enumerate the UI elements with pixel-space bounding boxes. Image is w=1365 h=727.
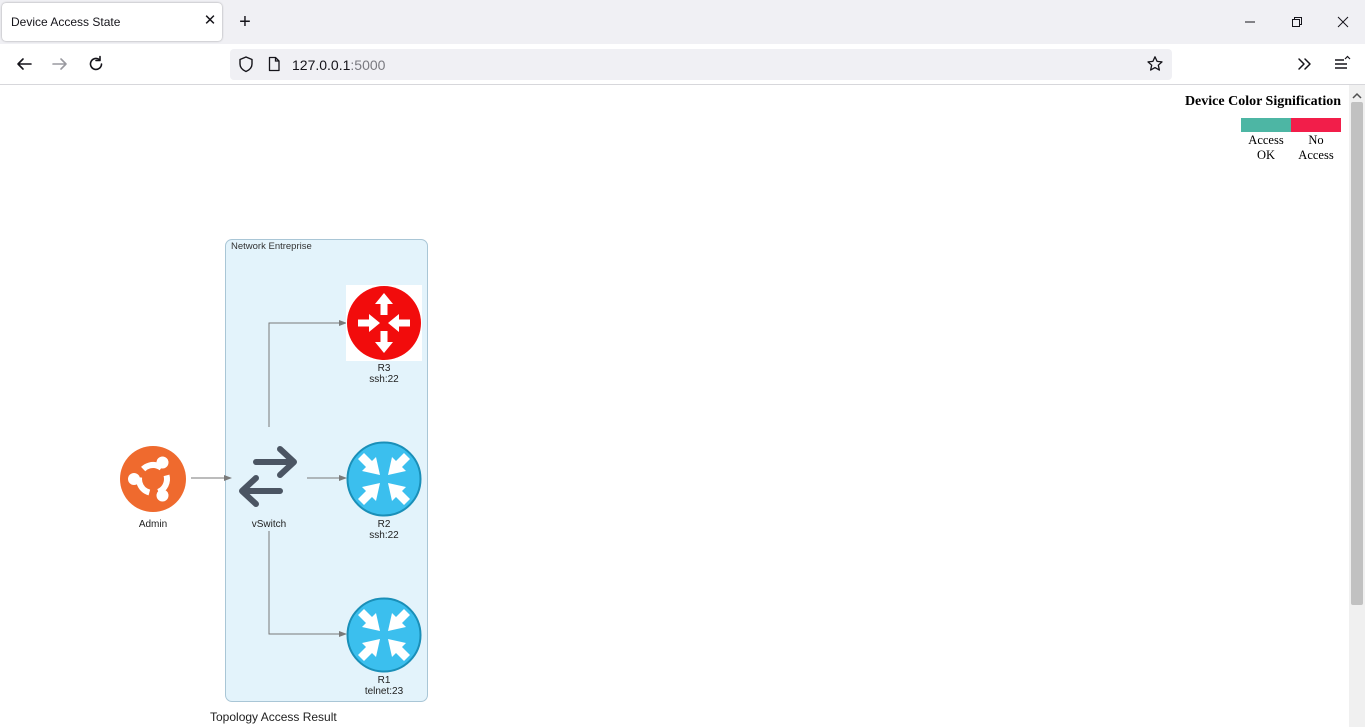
tab-device-access-state[interactable]: Device Access State ✕ (2, 3, 222, 41)
edge-vswitch-r3 (268, 320, 347, 427)
router-icon (346, 441, 422, 517)
node-r3-name: R3 (377, 363, 391, 374)
url-port: :5000 (350, 57, 386, 73)
switch-arrows-icon (239, 446, 297, 507)
node-r3-service: ssh:22 (369, 374, 399, 385)
restore-icon[interactable] (1287, 12, 1307, 32)
tab-strip: Device Access State ✕ + (0, 0, 1365, 44)
extensions-overflow-icon[interactable] (1294, 53, 1316, 75)
node-admin-name: Admin (138, 519, 168, 530)
node-vswitch-label: vSwitch (224, 519, 314, 530)
node-r1-name: R1 (377, 675, 391, 686)
scrollbar-thumb[interactable] (1351, 102, 1363, 605)
node-admin[interactable] (119, 445, 187, 518)
router-icon (346, 597, 422, 673)
page-icon (265, 55, 283, 78)
url-bar[interactable]: 127.0.0.1:5000 (230, 49, 1172, 80)
node-r3[interactable] (346, 285, 422, 361)
node-r2-label: R2 ssh:22 (339, 519, 429, 541)
node-r1[interactable] (346, 597, 422, 678)
url-text[interactable]: 127.0.0.1:5000 (292, 57, 385, 73)
shield-icon[interactable] (237, 55, 255, 78)
app-menu-icon[interactable] (1331, 53, 1353, 75)
close-window-icon[interactable] (1333, 12, 1353, 32)
edge-vswitch-r1 (268, 531, 347, 637)
forward-icon[interactable] (49, 53, 71, 75)
node-r2[interactable] (346, 441, 422, 522)
node-r2-name: R2 (377, 519, 391, 530)
router-icon (347, 286, 421, 360)
node-r1-service: telnet:23 (364, 686, 404, 697)
node-admin-label: Admin (108, 519, 198, 530)
tab-close-icon[interactable]: ✕ (201, 12, 219, 30)
vertical-scrollbar[interactable] (1349, 85, 1365, 727)
node-r2-service: ssh:22 (369, 530, 399, 541)
topology-caption: Topology Access Result (210, 710, 337, 724)
topology-edges (191, 320, 347, 637)
node-r1-label: R1 telnet:23 (339, 675, 429, 697)
ubuntu-icon (120, 446, 186, 512)
page-content: Device Color Signification Access OK No … (0, 85, 1349, 727)
minimize-icon[interactable] (1240, 12, 1260, 32)
tab-title: Device Access State (11, 15, 121, 29)
navigation-toolbar: 127.0.0.1:5000 (0, 44, 1365, 85)
node-vswitch-name: vSwitch (251, 519, 287, 530)
node-r3-label: R3 ssh:22 (339, 363, 429, 385)
new-tab-button[interactable]: + (234, 11, 256, 33)
back-icon[interactable] (13, 53, 35, 75)
url-host: 127.0.0.1 (292, 57, 351, 73)
bookmark-star-icon[interactable] (1146, 55, 1164, 78)
scroll-up-icon[interactable] (1352, 88, 1362, 99)
node-vswitch[interactable] (236, 444, 302, 517)
reload-icon[interactable] (85, 53, 107, 75)
